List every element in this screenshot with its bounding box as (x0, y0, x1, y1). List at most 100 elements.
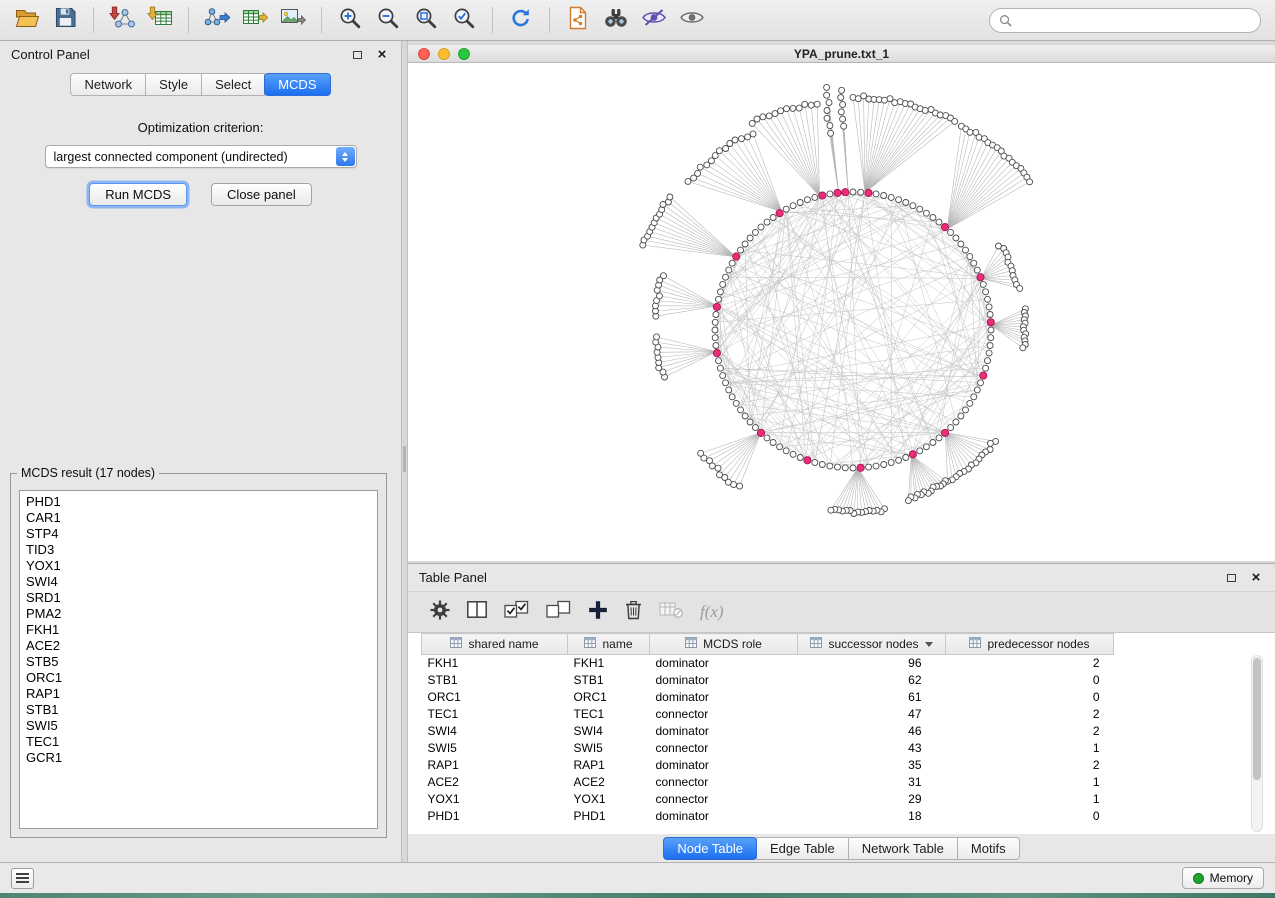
result-node-stp4[interactable]: STP4 (20, 526, 377, 542)
table-row[interactable]: TEC1TEC1connector472 (422, 706, 1114, 723)
cell-predecessors[interactable]: 0 (946, 672, 1114, 689)
cell-shared-name[interactable]: ORC1 (422, 689, 568, 706)
tab-edge-table[interactable]: Edge Table (756, 837, 849, 860)
tab-network-table[interactable]: Network Table (848, 837, 958, 860)
cell-shared-name[interactable]: SWI5 (422, 740, 568, 757)
result-node-srd1[interactable]: SRD1 (20, 590, 377, 606)
cell-role[interactable]: connector (650, 791, 798, 808)
close-mcds-panel-button[interactable]: Close panel (211, 183, 312, 206)
cell-successors[interactable]: 61 (798, 689, 946, 706)
maximize-window-button[interactable] (458, 48, 470, 60)
run-mcds-button[interactable]: Run MCDS (89, 183, 187, 206)
search-input[interactable] (1018, 14, 1251, 28)
cell-role[interactable]: dominator (650, 672, 798, 689)
cell-successors[interactable]: 35 (798, 757, 946, 774)
export-table-button[interactable] (239, 4, 271, 36)
cell-name[interactable]: YOX1 (568, 791, 650, 808)
table-row[interactable]: YOX1YOX1connector291 (422, 791, 1114, 808)
import-network-button[interactable] (106, 4, 138, 36)
table-settings-button[interactable] (430, 598, 450, 626)
export-network-button[interactable] (201, 4, 233, 36)
cell-successors[interactable]: 62 (798, 672, 946, 689)
cell-predecessors[interactable]: 1 (946, 740, 1114, 757)
table-row[interactable]: RAP1RAP1dominator352 (422, 757, 1114, 774)
cell-role[interactable]: dominator (650, 723, 798, 740)
cell-name[interactable]: SWI5 (568, 740, 650, 757)
cell-shared-name[interactable]: YOX1 (422, 791, 568, 808)
cell-name[interactable]: TEC1 (568, 706, 650, 723)
cell-name[interactable]: PHD1 (568, 808, 650, 825)
cell-name[interactable]: STB1 (568, 672, 650, 689)
result-node-swi4[interactable]: SWI4 (20, 574, 377, 590)
cell-successors[interactable]: 29 (798, 791, 946, 808)
column-header-mcds-role[interactable]: MCDS role (650, 634, 798, 655)
table-row[interactable]: STB1STB1dominator620 (422, 672, 1114, 689)
cell-name[interactable]: ORC1 (568, 689, 650, 706)
result-node-tec1[interactable]: TEC1 (20, 734, 377, 750)
cell-predecessors[interactable]: 0 (946, 689, 1114, 706)
close-table-panel-button[interactable]: × (1248, 570, 1264, 586)
float-panel-button[interactable] (349, 47, 365, 63)
cell-predecessors[interactable]: 2 (946, 655, 1114, 673)
save-session-button[interactable] (49, 4, 81, 36)
scrollbar-thumb[interactable] (1253, 658, 1261, 780)
import-table-button[interactable] (144, 4, 176, 36)
cell-name[interactable]: SWI4 (568, 723, 650, 740)
zoom-selected-button[interactable] (448, 4, 480, 36)
table-row[interactable]: SWI5SWI5connector431 (422, 740, 1114, 757)
open-file-button[interactable] (11, 4, 43, 36)
result-node-gcr1[interactable]: GCR1 (20, 750, 377, 766)
table-row[interactable]: FKH1FKH1dominator962 (422, 655, 1114, 673)
result-node-fkh1[interactable]: FKH1 (20, 622, 377, 638)
export-image-button[interactable] (277, 4, 309, 36)
cell-shared-name[interactable]: PHD1 (422, 808, 568, 825)
tab-node-table[interactable]: Node Table (663, 837, 757, 860)
column-header-name[interactable]: name (568, 634, 650, 655)
tab-select[interactable]: Select (201, 73, 265, 96)
tab-network[interactable]: Network (70, 73, 146, 96)
find-neighbors-button[interactable] (600, 4, 632, 36)
cell-name[interactable]: FKH1 (568, 655, 650, 673)
network-canvas[interactable] (408, 63, 1275, 561)
panel-splitter[interactable] (401, 41, 408, 862)
result-node-swi5[interactable]: SWI5 (20, 718, 377, 734)
cell-shared-name[interactable]: RAP1 (422, 757, 568, 774)
cell-shared-name[interactable]: SWI4 (422, 723, 568, 740)
cell-successors[interactable]: 47 (798, 706, 946, 723)
result-node-ace2[interactable]: ACE2 (20, 638, 377, 654)
cell-predecessors[interactable]: 2 (946, 723, 1114, 740)
result-node-tid3[interactable]: TID3 (20, 542, 377, 558)
result-node-rap1[interactable]: RAP1 (20, 686, 377, 702)
deselect-all-button[interactable] (546, 598, 571, 626)
memory-button[interactable]: Memory (1182, 867, 1264, 889)
splitter-handle-icon[interactable] (403, 446, 406, 472)
cell-shared-name[interactable]: FKH1 (422, 655, 568, 673)
column-header-predecessor-nodes[interactable]: predecessor nodes (946, 634, 1114, 655)
cell-role[interactable]: dominator (650, 655, 798, 673)
table-row[interactable]: ACE2ACE2connector311 (422, 774, 1114, 791)
close-control-panel-button[interactable]: × (374, 47, 390, 63)
cell-role[interactable]: dominator (650, 808, 798, 825)
result-node-stb1[interactable]: STB1 (20, 702, 377, 718)
cell-name[interactable]: ACE2 (568, 774, 650, 791)
cell-shared-name[interactable]: ACE2 (422, 774, 568, 791)
cell-successors[interactable]: 96 (798, 655, 946, 673)
result-node-car1[interactable]: CAR1 (20, 510, 377, 526)
result-node-orc1[interactable]: ORC1 (20, 670, 377, 686)
delete-column-button[interactable] (625, 598, 642, 626)
float-table-panel-button[interactable] (1223, 570, 1239, 586)
cell-successors[interactable]: 18 (798, 808, 946, 825)
cell-shared-name[interactable]: TEC1 (422, 706, 568, 723)
minimize-window-button[interactable] (438, 48, 450, 60)
cell-predecessors[interactable]: 0 (946, 808, 1114, 825)
search-box[interactable] (989, 8, 1261, 33)
column-header-successor-nodes[interactable]: successor nodes (798, 634, 946, 655)
close-window-button[interactable] (418, 48, 430, 60)
select-all-button[interactable] (504, 598, 529, 626)
tab-style[interactable]: Style (145, 73, 202, 96)
cell-name[interactable]: RAP1 (568, 757, 650, 774)
zoom-fit-button[interactable] (410, 4, 442, 36)
cell-predecessors[interactable]: 2 (946, 706, 1114, 723)
cell-shared-name[interactable]: STB1 (422, 672, 568, 689)
result-node-pma2[interactable]: PMA2 (20, 606, 377, 622)
